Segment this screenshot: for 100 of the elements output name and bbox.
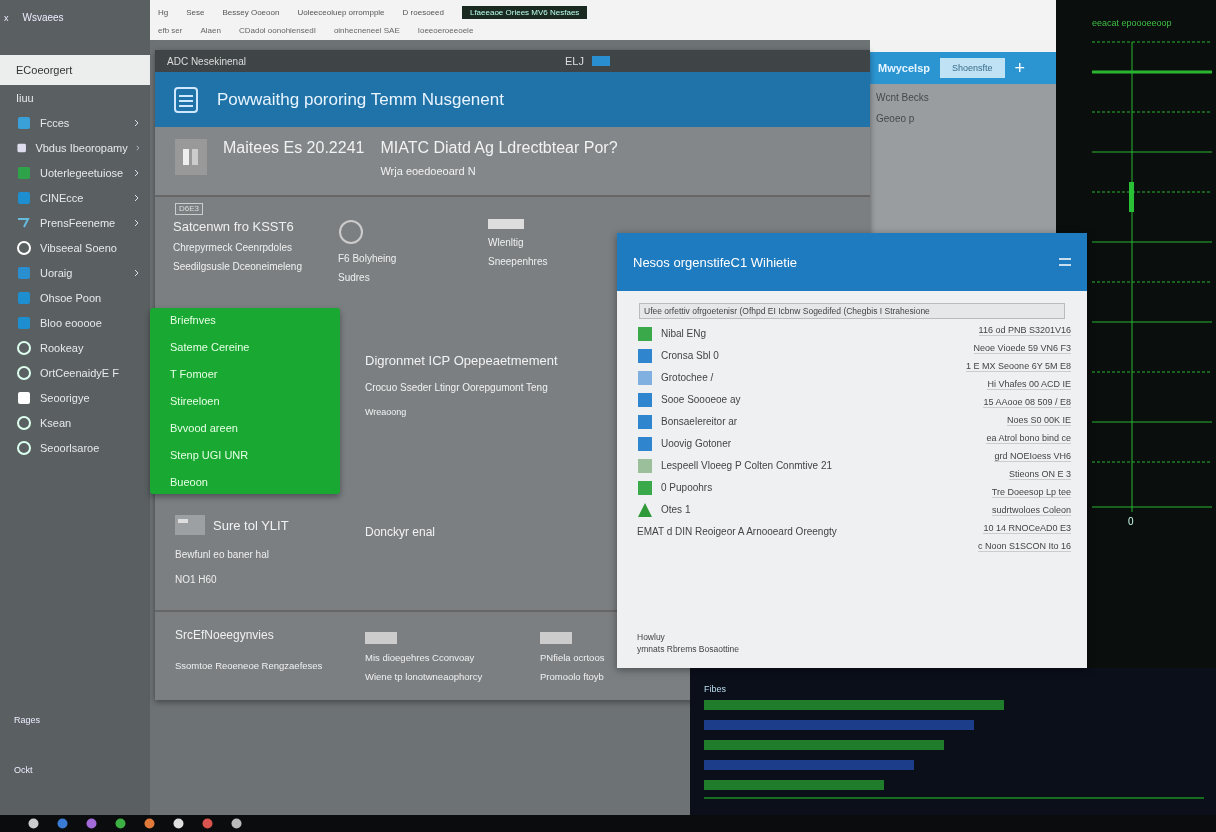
- sidebar-item[interactable]: PrensFeeneme: [0, 210, 150, 235]
- list-item-value: 10 14 RNOCeAD0 E3: [983, 523, 1071, 534]
- section-text: Promoolo ftoyb: [540, 671, 604, 682]
- list-item-name: EMAT d DIN Reoigeor A Arnooeard Oreengty: [637, 526, 837, 537]
- menu-item[interactable]: Bueoon: [170, 476, 320, 488]
- sidebar-item[interactable]: ECoeorgert: [0, 55, 150, 85]
- taskbar-app-icon[interactable]: [28, 818, 39, 829]
- add-button[interactable]: +: [1014, 57, 1025, 79]
- menu-item-icon: [16, 264, 32, 281]
- toolbar-item[interactable]: Uoleeceoluep orrompple: [297, 7, 385, 17]
- status-indicator: [592, 56, 610, 66]
- list-item-value: c Noon S1SCON Ito 16: [977, 541, 1071, 552]
- title-label: ELJ: [565, 55, 584, 67]
- sidebar-item[interactable]: Ksean: [0, 410, 150, 435]
- file-icon: [637, 457, 653, 474]
- list-item-name: Sooe Soooeoe ay: [661, 394, 741, 405]
- menu-item-icon: [16, 439, 32, 456]
- file-icon: [637, 325, 653, 342]
- tree-icon: [637, 501, 653, 518]
- list-item-name: Bonsaelereitor ar: [661, 416, 738, 427]
- toolbar-item[interactable]: Sese: [186, 7, 205, 17]
- webcam-icon: [338, 219, 364, 245]
- sidebar-item[interactable]: Vbdus Ibeoropamy: [0, 135, 150, 160]
- sidebar-item[interactable]: Iiuu: [0, 85, 150, 110]
- header-title: Powwaithg pororing Temm Nusgenent: [217, 89, 504, 110]
- list-item-value: 1 E MX Seoone 6Y 5M E8: [966, 361, 1071, 372]
- list-item-name: Otes 1: [661, 504, 691, 515]
- list-item-value: 116 od PNB S3201V16: [978, 325, 1071, 336]
- info-date: Maitees Es 20.2241: [223, 139, 365, 158]
- menu-item[interactable]: Stireeloen: [170, 395, 320, 407]
- list-item-name: Grotochee /: [661, 372, 714, 383]
- list-item-value: 15 AAooe 08 509 / E8: [983, 397, 1071, 408]
- taskbar-app-icon[interactable]: [115, 818, 126, 829]
- sidebar-item[interactable]: Rookeay: [0, 335, 150, 360]
- sidebar-item[interactable]: Bloo eooooe: [0, 310, 150, 335]
- menu-item[interactable]: Bvvood areen: [170, 422, 320, 434]
- sidebar-item[interactable]: Fcces: [0, 110, 150, 135]
- taskbar-app-icon[interactable]: [173, 818, 184, 829]
- list-text: Geoeo p: [876, 113, 915, 124]
- toolbar-item[interactable]: Bessey Ooeoon: [222, 7, 280, 17]
- list-text: Wcnt Becks: [876, 92, 929, 103]
- menu-item[interactable]: T Fomoer: [170, 368, 320, 380]
- file-icon: [637, 435, 653, 452]
- sidebar-item[interactable]: OrtCeenaidyE F: [0, 360, 150, 385]
- card-title: Satcenwn fro KSST6: [173, 219, 295, 234]
- section-text: Wreaoong: [365, 407, 407, 417]
- section-text: PNfiela ocrtoos: [540, 652, 605, 663]
- sidebar-footer-text: Ockt: [13, 765, 34, 777]
- sidebar-item[interactable]: Seoorlsaroe: [0, 435, 150, 460]
- section-title: Sure tol YLIT: [213, 517, 289, 533]
- list-item-value: Hi Vhafes 00 ACD IE: [987, 379, 1071, 390]
- menu-item-icon: [16, 414, 32, 431]
- terminal-text: Fibes: [704, 684, 727, 694]
- file-icon: [637, 413, 653, 430]
- action-button[interactable]: Shoensfte: [939, 58, 1005, 78]
- sidebar-item[interactable]: Ohsoe Poon: [0, 285, 150, 310]
- taskbar-app-icon[interactable]: [144, 818, 155, 829]
- dialog-footer-text: Howluy: [637, 632, 665, 642]
- menu-item-icon: [16, 289, 32, 306]
- info-subtitle: Wrja eoedoeoard N: [380, 165, 476, 177]
- toolbar-item[interactable]: Hg: [158, 7, 169, 17]
- device-icon: [488, 219, 524, 229]
- list-item-value: Noes S0 00K IE: [1006, 415, 1071, 426]
- sidebar-footer-text: Rages: [13, 715, 41, 727]
- list-item-value: grd NOEIoess VH6: [994, 451, 1071, 462]
- input-field[interactable]: Ufee orfettiv ofrgoetenisr (Ofhpd EI Icbnw Sogedifed (Chegbis I Strahesione: [639, 303, 1065, 319]
- menu-item[interactable]: Sateme Cereine: [170, 341, 320, 353]
- section-text: Wiene tp lonotwneaophorcy: [365, 671, 483, 682]
- sidebar-item[interactable]: CINEcce: [0, 185, 150, 210]
- browser-tab[interactable]: Lfaeeaoe Oriees MV6 Nesfaes: [461, 5, 588, 19]
- taskbar-app-icon[interactable]: [231, 818, 242, 829]
- address-text: oinhecneneel SAE: [333, 25, 400, 35]
- menu-item[interactable]: Briefnves: [170, 314, 320, 326]
- sidebar-item[interactable]: Uoraig: [0, 260, 150, 285]
- address-text: Ioeeoeroeeoele: [417, 25, 474, 35]
- menu-icon[interactable]: [1059, 257, 1071, 267]
- menu-item[interactable]: Stenp UGI UNR: [170, 449, 320, 461]
- card-text: Sneepenhres: [488, 256, 549, 267]
- window-title: ADC Nesekinenal: [167, 55, 247, 67]
- section-title: SrcEfNoeegynvies: [175, 628, 274, 642]
- card-text: Wlenltig: [488, 237, 525, 248]
- menu-item-icon: [16, 164, 32, 181]
- sidebar-item[interactable]: Vibseeal Soeno: [0, 235, 150, 260]
- section-text: Mis dioegehres Cconvoay: [365, 652, 475, 663]
- list-item-name: Uoovig Gotoner: [661, 438, 732, 449]
- dialog-footer-text: ymnats Rbrems Bosaottine: [637, 644, 740, 654]
- list-item-value: Tre Doeesop Lp tee: [991, 487, 1071, 498]
- sidebar-title: Wsvaees: [22, 12, 64, 23]
- section-title: Digronmet ICP Opepeaetmement: [365, 353, 558, 368]
- close-icon[interactable]: x: [4, 12, 9, 23]
- sidebar-item[interactable]: Seoorigye: [0, 385, 150, 410]
- section-text: Bewfunl eo baner hal: [175, 549, 269, 560]
- card-text: F6 Bolyheing: [338, 253, 398, 264]
- keyboard-icon: [175, 515, 205, 535]
- section-text: Ssomtoe Reoeneoe Rengzaefeses: [175, 660, 323, 671]
- sidebar-item[interactable]: Uoterlegeetuiose: [0, 160, 150, 185]
- list-item-name: 0 Pupoohrs: [661, 482, 713, 493]
- list-item-value: ea Atrol bono bind ce: [986, 433, 1071, 444]
- list-item-value: Stieons ON E 3: [1008, 469, 1071, 480]
- toolbar-item[interactable]: D roesoeed: [402, 7, 444, 17]
